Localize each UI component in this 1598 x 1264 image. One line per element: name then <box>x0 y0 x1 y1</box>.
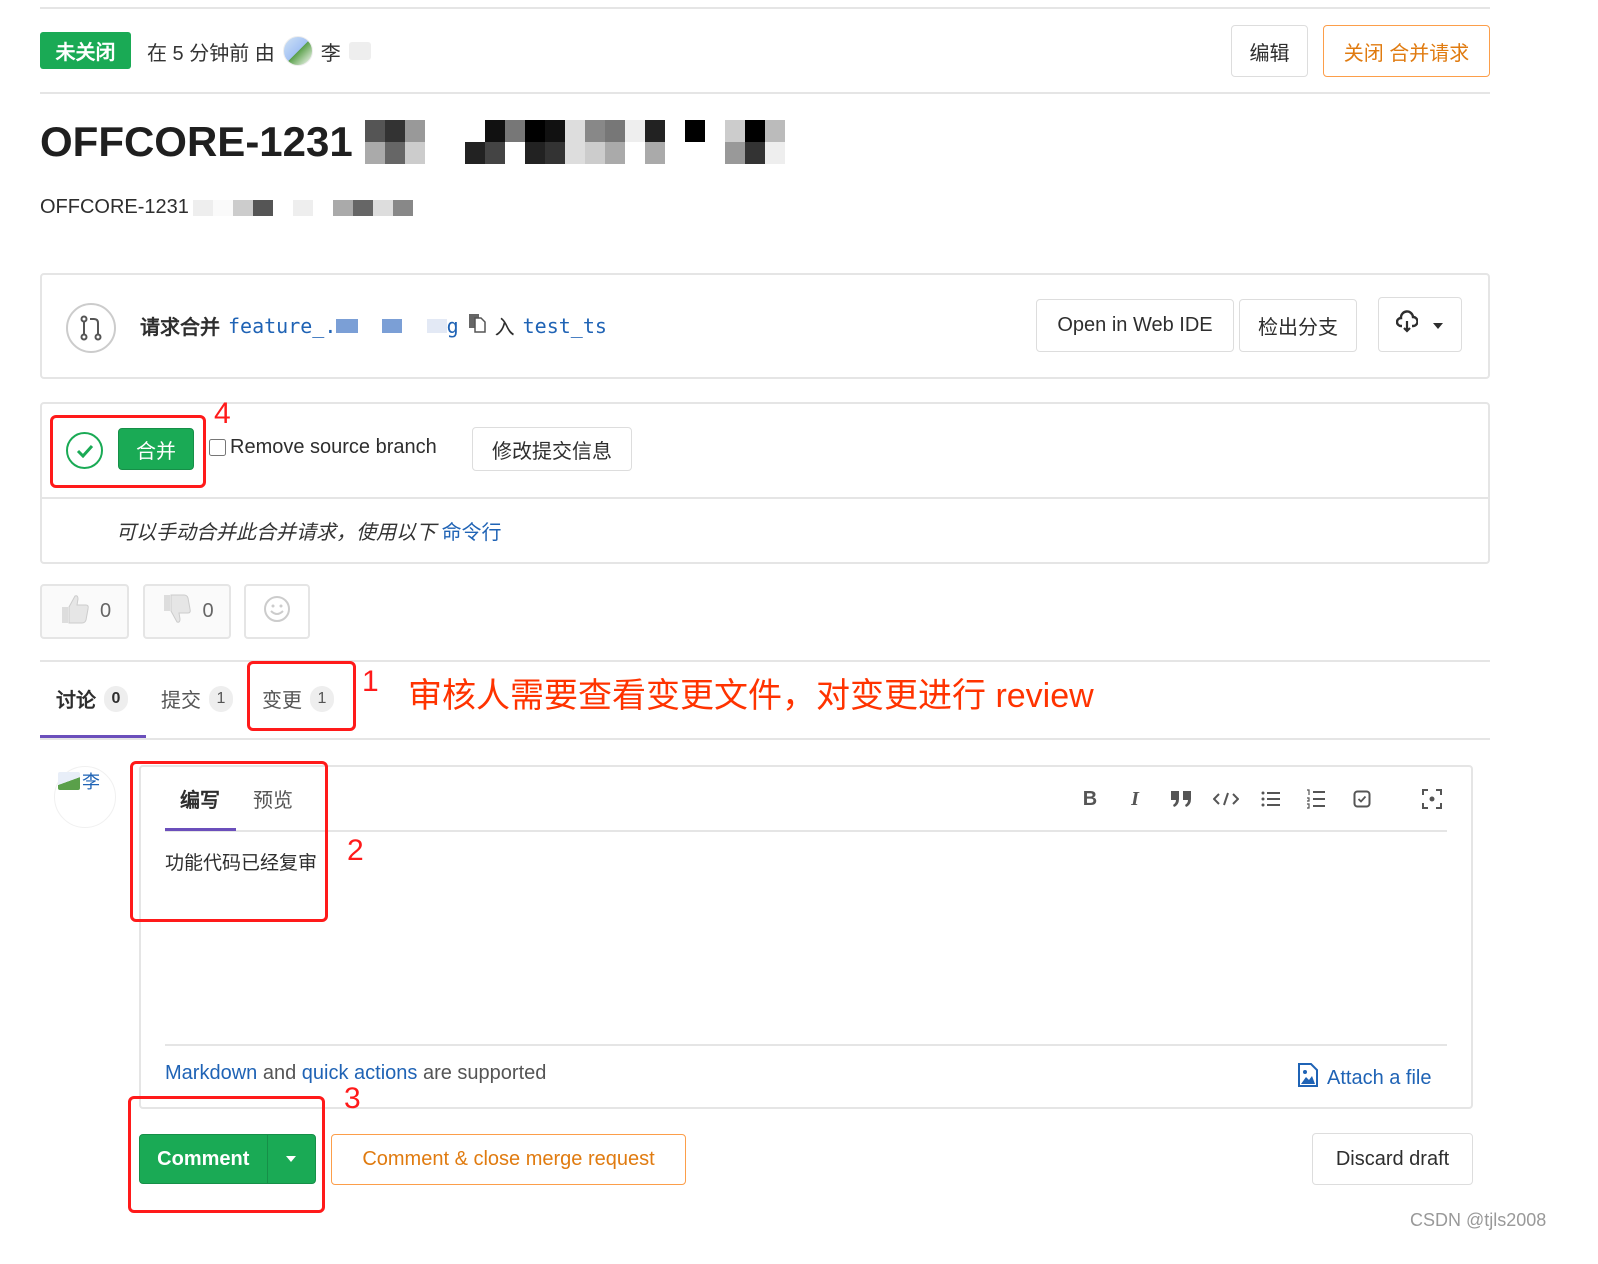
opened-text: 在 5 分钟前 由 <box>147 42 275 65</box>
tabs-bottom-divider <box>40 738 1490 740</box>
italic-icon[interactable]: I <box>1121 786 1149 812</box>
thumbs-up-icon <box>58 592 92 632</box>
author-name[interactable]: 李 <box>321 37 341 66</box>
add-reaction-button[interactable] <box>244 584 310 639</box>
comment-editor <box>139 765 1473 1109</box>
page-title: OFFCORE-1231 <box>40 118 785 166</box>
edit-commit-message-button[interactable]: 修改提交信息 <box>472 427 632 471</box>
merge-request-icon <box>66 303 116 353</box>
open-web-ide-button[interactable]: Open in Web IDE <box>1036 299 1234 352</box>
tab-commits-count: 1 <box>209 685 233 712</box>
task-list-icon[interactable] <box>1348 786 1376 812</box>
quick-actions-link[interactable]: quick actions <box>302 1062 418 1084</box>
bold-icon[interactable]: B <box>1076 786 1104 812</box>
fullscreen-icon[interactable] <box>1418 786 1446 812</box>
description-prefix: OFFCORE-1231 <box>40 196 189 218</box>
supported-text: are supported <box>422 1062 547 1084</box>
thumbs-down-count: 0 <box>202 600 214 622</box>
status-badge: 未关闭 <box>40 32 131 69</box>
header-divider <box>40 92 1490 94</box>
attach-file-label: Attach a file <box>1327 1066 1432 1089</box>
manual-merge-text: 可以手动合并此合并请求，使用以下 <box>116 522 436 544</box>
comment-and-close-button[interactable]: Comment & close merge request <box>331 1134 686 1185</box>
remove-source-branch-checkbox[interactable] <box>209 439 226 456</box>
tab-discussion-count: 0 <box>104 685 128 712</box>
bullet-list-icon[interactable] <box>1257 786 1285 812</box>
markdown-link[interactable]: Markdown <box>165 1062 257 1084</box>
annotation-box-1 <box>247 661 356 731</box>
redacted-title <box>364 120 785 164</box>
redacted-author <box>348 42 371 60</box>
user-avatar-label: 李 <box>58 768 100 794</box>
target-branch-link[interactable]: test_ts <box>523 314 607 338</box>
remove-source-branch[interactable]: Remove source branch <box>209 436 437 459</box>
thumbs-up-count: 0 <box>99 600 112 622</box>
attach-image-icon <box>1297 1062 1319 1094</box>
cloud-download-icon <box>1395 309 1419 340</box>
edit-button[interactable]: 编辑 <box>1231 25 1308 77</box>
annotation-number-2: 2 <box>347 834 364 867</box>
chevron-down-icon <box>1432 313 1444 336</box>
thumbs-up-button[interactable]: 0 <box>40 584 129 639</box>
broken-image-icon <box>58 772 80 790</box>
annotation-box-2 <box>130 761 328 922</box>
opened-meta: 在 5 分钟前 由 李 <box>147 36 371 66</box>
numbered-list-icon[interactable] <box>1302 786 1330 812</box>
annotation-number-3: 3 <box>344 1082 361 1115</box>
tab-commits[interactable]: 提交 1 <box>161 684 233 713</box>
into-label: 入 <box>494 317 515 339</box>
annotation-box-4 <box>50 415 206 488</box>
editor-tabs-divider <box>165 830 1447 832</box>
discard-draft-button[interactable]: Discard draft <box>1312 1133 1473 1185</box>
thumbs-down-icon <box>160 592 194 632</box>
copy-branch-icon[interactable] <box>467 312 487 340</box>
watermark: CSDN @tjls2008 <box>1410 1210 1547 1230</box>
tab-commits-label: 提交 <box>161 690 201 712</box>
merge-panel-divider <box>42 497 1488 499</box>
smiley-icon <box>262 594 292 630</box>
source-branch-link[interactable]: feature_. g <box>228 314 459 338</box>
attach-file-button[interactable]: Attach a file <box>1297 1062 1432 1094</box>
tab-discussion[interactable]: 讨论 0 <box>56 684 128 713</box>
description: OFFCORE-1231 <box>40 196 413 219</box>
checkout-branch-button[interactable]: 检出分支 <box>1239 299 1357 352</box>
title-prefix: OFFCORE-1231 <box>40 118 353 165</box>
author-avatar[interactable] <box>282 36 313 66</box>
code-icon[interactable] <box>1212 786 1240 812</box>
editor-footer-divider <box>165 1044 1447 1046</box>
annotation-box-3 <box>128 1096 325 1213</box>
redacted-description <box>192 199 413 216</box>
quote-icon[interactable] <box>1167 786 1195 812</box>
annotation-number-1: 1 <box>362 665 379 698</box>
close-merge-request-button[interactable]: 关闭 合并请求 <box>1323 25 1490 77</box>
annotation-text-1: 审核人需要查看变更文件，对变更进行 review <box>408 677 1094 715</box>
tab-discussion-label: 讨论 <box>56 690 96 712</box>
remove-source-branch-label: Remove source branch <box>230 436 437 458</box>
and-text: and <box>262 1062 297 1084</box>
annotation-number-4: 4 <box>214 397 231 430</box>
top-divider <box>40 7 1490 9</box>
download-dropdown-button[interactable] <box>1378 297 1462 352</box>
thumbs-down-button[interactable]: 0 <box>143 584 231 639</box>
command-line-link[interactable]: 命令行 <box>442 522 502 544</box>
branch-line: 请求合并 feature_. g 入 test_ts <box>140 311 607 340</box>
request-merge-label: 请求合并 <box>140 317 220 339</box>
manual-merge-note: 可以手动合并此合并请求，使用以下 命令行 <box>116 516 502 545</box>
